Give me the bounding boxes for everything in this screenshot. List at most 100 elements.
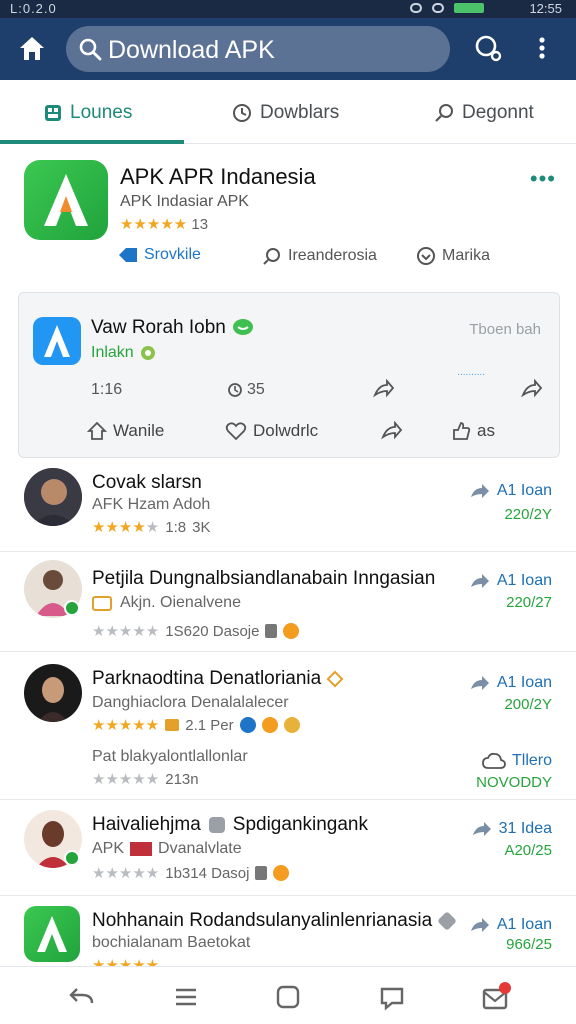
menu-icon[interactable]: [170, 981, 202, 1013]
share-icon[interactable]: [373, 379, 395, 399]
coin-icon: [273, 865, 290, 881]
chat-bubble-icon: [232, 319, 253, 335]
list-item[interactable]: Parknaodtina Denatloriania Danghiaclora …: [0, 652, 576, 800]
rating-stars: ★★★★★: [92, 865, 160, 882]
person-avatar-icon: [24, 664, 82, 722]
rating-stars: ★★★★★: [92, 519, 160, 536]
item-extra-rating: ★★★★★ 213n: [92, 770, 199, 789]
item-date: A20/25: [504, 842, 552, 859]
card-action-dolwdrlc[interactable]: Dolwdrlc: [225, 421, 318, 441]
tab-lounes[interactable]: Lounes: [44, 82, 132, 144]
featured-app[interactable]: APK APR Indanesia APK Indasiar APK ★★★★★…: [0, 146, 576, 286]
card-action-wanile[interactable]: Wanile: [87, 421, 164, 441]
rating-text: 1b314 Dasoj: [165, 864, 250, 882]
download-button[interactable]: A1 Ioan: [469, 674, 552, 692]
status-left: L:0.2.0: [10, 1, 57, 16]
title-text: Nohhanain Rodandsulanyalinlenrianasia: [92, 910, 433, 931]
home-square-icon[interactable]: [272, 981, 304, 1013]
item-date: 200/2Y: [504, 696, 552, 713]
more-vert-icon[interactable]: [528, 32, 556, 64]
subtitle-text: APK: [92, 840, 125, 857]
download-label: A1 Ioan: [496, 482, 552, 499]
verified-icon: [140, 346, 155, 360]
list-item[interactable]: Covak slarsn AFK Hzam Adoh ★★★★★ 1:8 3K A…: [0, 460, 576, 552]
bottom-nav: [0, 966, 576, 1024]
tab-degonnt[interactable]: Degonnt: [434, 82, 534, 144]
rating-count: 13: [191, 216, 209, 233]
card-meta-time: 1:16: [91, 381, 122, 399]
item-subtitle: APK Dvanalvlate: [92, 840, 242, 858]
home-outline-icon: [87, 421, 107, 440]
lock-icon: [255, 866, 268, 880]
tab-dowblars[interactable]: Dowblars: [232, 82, 339, 144]
action-ireanderosia[interactable]: Ireanderosia: [262, 246, 377, 266]
verified-badge: [64, 600, 80, 616]
rating-text: 2.1 Per: [185, 716, 234, 734]
item-date: 220/27: [506, 594, 552, 611]
back-icon[interactable]: [66, 981, 98, 1013]
battery-icon: [454, 3, 484, 13]
download-button[interactable]: A1 Ioan: [469, 572, 552, 590]
diamond-icon: [326, 670, 344, 688]
apk-logo-icon: [44, 174, 88, 226]
card-title: Vaw Rorah Iobn: [91, 317, 254, 339]
app-bar: Download APK: [0, 18, 576, 80]
heart-icon: [417, 247, 435, 265]
item-title: Haivaliehjma Spdigankingank: [92, 814, 368, 836]
clock-icon: [233, 104, 251, 122]
rating-prefix: 1:8: [165, 518, 187, 536]
cloud-label: Tllero: [511, 752, 552, 769]
download-button[interactable]: 31 Idea: [471, 820, 552, 838]
status-icons: [410, 3, 484, 13]
share-icon[interactable]: [521, 379, 543, 399]
search-icon: [79, 38, 102, 61]
featured-card[interactable]: Vaw Rorah Iobn Inlakn Tboen bah ........…: [18, 292, 560, 458]
cloud-button[interactable]: Tllero: [482, 752, 552, 770]
search-icon: [435, 104, 453, 122]
search-input[interactable]: Download APK: [66, 26, 450, 72]
card-link[interactable]: ..........: [457, 367, 485, 378]
list-item[interactable]: Haivaliehjma Spdigankingank APK Dvanalvl…: [0, 800, 576, 896]
download-label: A1 Ioan: [496, 572, 552, 589]
sync-icon: [432, 3, 444, 13]
more-options-icon[interactable]: •••: [530, 166, 556, 192]
card-meta-count: 35: [227, 381, 265, 399]
share-icon[interactable]: [381, 421, 403, 441]
list-item[interactable]: Petjila Dungnalbsiandlanabain Inngasian …: [0, 552, 576, 652]
emoji-icon: [239, 717, 256, 733]
action-marika[interactable]: Marika: [416, 246, 490, 266]
card-title-text: Vaw Rorah Iobn: [91, 317, 226, 338]
item-rating: ★★★★★: [92, 956, 159, 966]
item-rating: ★★★★★ 1S620 Dasoje: [92, 622, 300, 640]
tag-icon: [119, 248, 137, 262]
flag-icon: [130, 842, 153, 856]
notifications-icon[interactable]: [480, 981, 512, 1013]
lock-icon: [265, 624, 278, 638]
share-arrow-icon: [472, 822, 491, 836]
list-item[interactable]: Nohhanain Rodandsulanyalinlenrianasia bo…: [0, 896, 576, 966]
rating-text: 3K: [192, 518, 211, 536]
home-icon[interactable]: [16, 32, 48, 64]
rating-text: 1S620 Dasoje: [165, 622, 260, 640]
rating-stars: ★★★★★: [120, 216, 188, 233]
card-action-as[interactable]: as: [451, 421, 495, 441]
item-subtitle: Danghiaclora Denalalalecer: [92, 694, 289, 711]
tab-label: Lounes: [70, 102, 133, 123]
title-text-2: Spdigankingank: [232, 814, 368, 835]
chat-icon[interactable]: [376, 981, 408, 1013]
download-button[interactable]: A1 Ioan: [469, 916, 552, 934]
scan-search-icon[interactable]: [472, 32, 504, 64]
card-logo: [33, 317, 81, 365]
action-srovkile[interactable]: Srovkile: [118, 246, 201, 264]
search-icon: [263, 248, 280, 265]
item-title: Nohhanain Rodandsulanyalinlenrianasia: [92, 910, 458, 932]
share-arrow-icon: [470, 918, 489, 932]
app-logo: [24, 160, 108, 240]
card-action-label: as: [477, 421, 495, 440]
tab-bar: Lounes Dowblars Degonnt: [0, 82, 576, 144]
subtitle-text: Akjn. Oienalvene: [120, 594, 241, 611]
rating-text: 213n: [165, 770, 199, 788]
status-time: 12:55: [529, 1, 562, 16]
download-button[interactable]: A1 Ioan: [469, 482, 552, 500]
heart-outline-icon: [225, 422, 247, 441]
